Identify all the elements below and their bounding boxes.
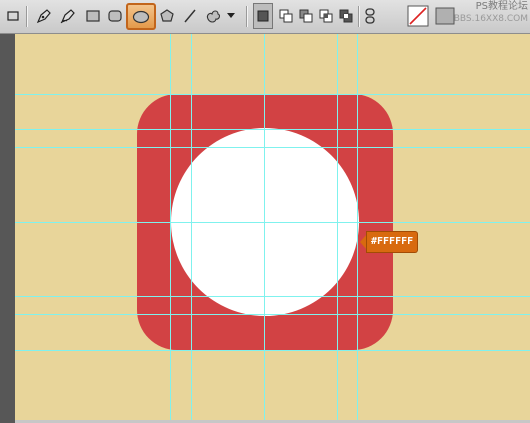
guide-horizontal[interactable] xyxy=(15,314,530,315)
polygon-icon[interactable] xyxy=(156,3,178,29)
rectangle-shape-icon[interactable] xyxy=(82,3,104,29)
guide-horizontal[interactable] xyxy=(15,350,530,351)
subtract-shape-icon[interactable] xyxy=(296,3,316,29)
pen-icon[interactable] xyxy=(32,3,56,29)
guide-vertical[interactable] xyxy=(191,34,192,423)
watermark-url: BBS.16XX8.COM xyxy=(453,14,528,24)
color-tag-label: #FFFFFF xyxy=(367,232,418,252)
watermark: PS教程论坛 BBS.16XX8.COM xyxy=(430,1,528,31)
color-tag: #FFFFFF xyxy=(360,232,418,252)
toolbar-separator xyxy=(26,6,28,27)
custom-shape-icon[interactable] xyxy=(202,3,224,29)
guide-vertical[interactable] xyxy=(170,34,171,423)
watermark-title: PS教程论坛 xyxy=(475,1,528,12)
toolbar-separator xyxy=(246,6,248,27)
add-shape-icon[interactable] xyxy=(276,3,296,29)
guide-horizontal[interactable] xyxy=(15,222,530,223)
guide-horizontal[interactable] xyxy=(15,147,530,148)
options-toolbar: PS教程论坛 BBS.16XX8.COM xyxy=(0,0,530,34)
freeform-pen-icon[interactable] xyxy=(56,3,80,29)
guide-horizontal[interactable] xyxy=(15,129,530,130)
color-tag-pointer xyxy=(360,234,367,250)
dropdown-arrow-icon[interactable] xyxy=(225,3,237,29)
link-icon[interactable] xyxy=(362,3,378,29)
document-canvas[interactable]: #FFFFFF xyxy=(15,34,530,423)
ellipse-icon[interactable] xyxy=(126,3,156,30)
style-swatch-icon[interactable] xyxy=(406,3,430,29)
guide-horizontal[interactable] xyxy=(15,296,530,297)
intersect-shape-icon[interactable] xyxy=(316,3,336,29)
toolbar-separator xyxy=(358,6,360,27)
guide-vertical[interactable] xyxy=(264,34,265,423)
new-layer-icon[interactable] xyxy=(253,3,273,29)
canvas-area: #FFFFFF xyxy=(0,34,530,423)
rectangle-select-icon[interactable] xyxy=(2,3,24,29)
rounded-rectangle-icon[interactable] xyxy=(104,3,126,29)
line-icon[interactable] xyxy=(180,3,200,29)
guide-vertical[interactable] xyxy=(357,34,358,423)
guide-horizontal[interactable] xyxy=(15,94,530,95)
guide-vertical[interactable] xyxy=(337,34,338,423)
exclude-shape-icon[interactable] xyxy=(336,3,356,29)
